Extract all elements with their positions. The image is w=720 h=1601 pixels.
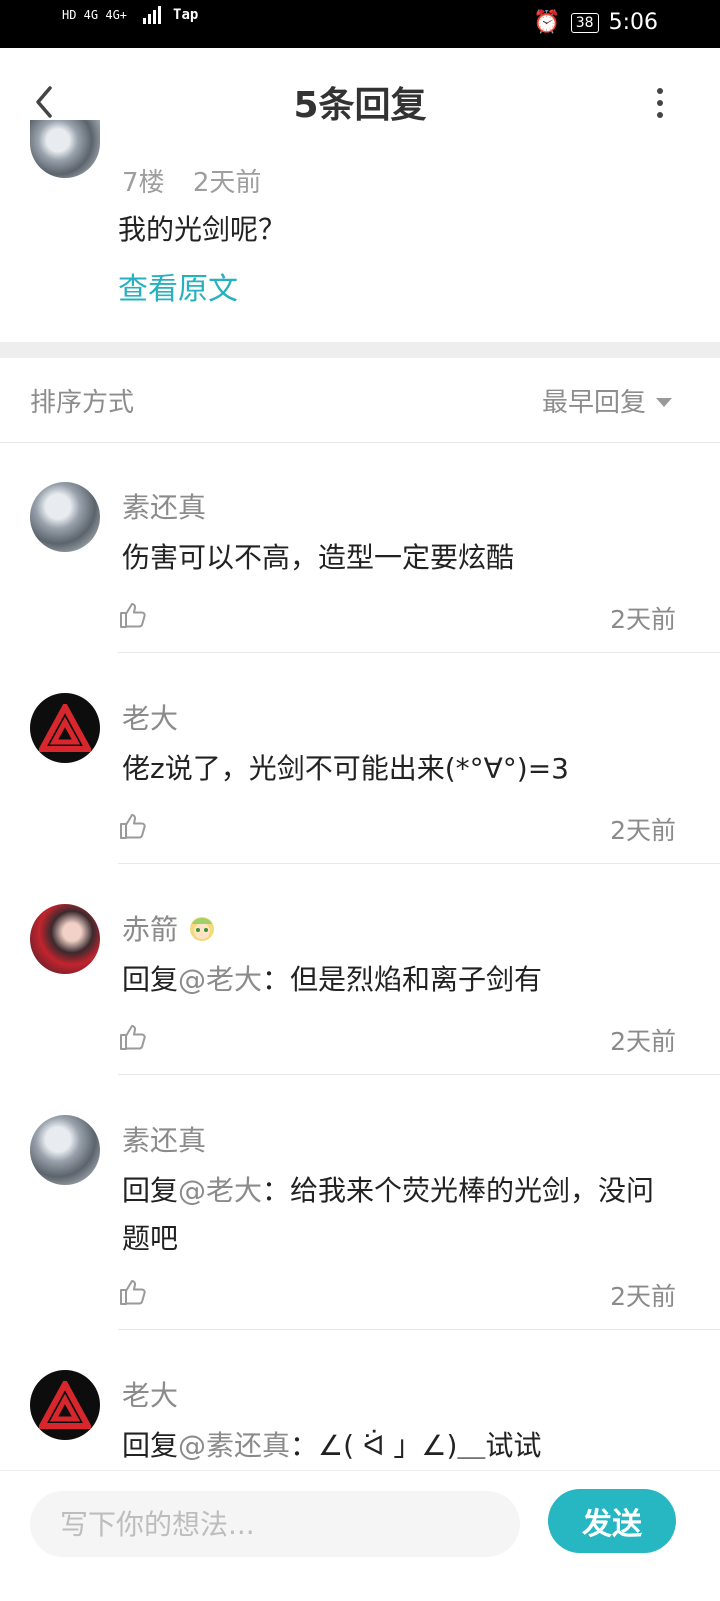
reply-item: 素还真 伤害可以不高，造型一定要炫酷 2天前 — [0, 442, 720, 654]
author-name: 老大 — [122, 702, 179, 735]
reply-author[interactable]: 赤箭 — [122, 908, 218, 948]
sort-dropdown[interactable]: 最早回复 — [542, 382, 672, 419]
mention-link[interactable]: @老大 — [178, 1174, 262, 1207]
reply-time: 2天前 — [610, 1027, 676, 1056]
comment-composer: 发送 — [0, 1470, 720, 1601]
reply-content: ：但是烈焰和离子剑有 — [262, 963, 543, 996]
more-options-button[interactable] — [656, 88, 664, 118]
reply-item: 素还真 回复@老大：给我来个荧光棒的光剑，没问题吧 2天前 — [0, 1075, 720, 1331]
avatar[interactable] — [30, 120, 100, 178]
sort-value: 最早回复 — [541, 388, 646, 418]
reply-prefix: 回复 — [122, 963, 179, 996]
sort-bar: 排序方式 最早回复 — [0, 358, 720, 443]
reply-content: 伤害可以不高，造型一定要炫酷 — [122, 541, 515, 574]
author-name: 素还真 — [122, 491, 207, 524]
page-title: 5条回复 — [293, 85, 427, 126]
thumbs-up-icon — [120, 603, 146, 628]
network-text: HD 4G 4G+ — [62, 8, 128, 22]
floor-number: 7楼 — [122, 168, 165, 198]
alarm-icon: ⏰ — [533, 10, 561, 35]
reply-author[interactable]: 素还真 — [122, 486, 206, 526]
thumbs-up-icon — [120, 1280, 146, 1305]
signal-icon — [143, 6, 162, 24]
more-dot-icon — [657, 88, 663, 94]
send-button[interactable]: 发送 — [548, 1489, 676, 1553]
user-badge-icon — [186, 912, 218, 944]
reply-author[interactable]: 老大 — [122, 1374, 178, 1414]
reply-text: 佬z说了，光剑不可能出来(*°∀°)=3 — [122, 745, 662, 793]
thumbs-up-icon — [120, 1025, 146, 1050]
mention-link[interactable]: @老大 — [178, 963, 262, 996]
reply-text: 回复@老大：但是烈焰和离子剑有 — [122, 956, 662, 1004]
like-button[interactable] — [118, 811, 148, 841]
more-dot-icon — [657, 112, 663, 118]
mention-link[interactable]: @素还真 — [178, 1429, 290, 1462]
avatar[interactable] — [30, 1115, 100, 1185]
like-button[interactable] — [118, 1022, 148, 1052]
network-indicators: HD 4G 4G+ Tap — [62, 6, 198, 24]
reply-author[interactable]: 老大 — [122, 697, 178, 737]
avatar[interactable] — [30, 482, 100, 552]
caret-down-icon — [656, 398, 672, 407]
reply-time: 2天前 — [610, 1282, 676, 1311]
reply-author[interactable]: 素还真 — [122, 1119, 206, 1159]
comment-input[interactable] — [30, 1491, 520, 1557]
like-button[interactable] — [118, 600, 148, 630]
reply-text: 伤害可以不高，造型一定要炫酷 — [122, 534, 662, 582]
avatar[interactable] — [30, 693, 100, 763]
tap-label: Tap — [173, 7, 199, 23]
reply-text: 回复@老大：给我来个荧光棒的光剑，没问题吧 — [122, 1167, 662, 1263]
reply-text: 回复@素还真：∠( ᐛ 」∠)＿试试 — [122, 1422, 662, 1470]
post-meta: 7楼 2天前 — [122, 162, 281, 199]
original-post: 7楼 2天前 我的光剑呢？ 查看原文 — [0, 120, 720, 346]
avatar[interactable] — [30, 904, 100, 974]
post-text: 我的光剑呢？ — [118, 213, 287, 246]
view-original-link[interactable]: 查看原文 — [118, 264, 238, 308]
title-bar: 5条回复 — [0, 48, 720, 157]
author-name: 老大 — [122, 1379, 179, 1412]
author-name: 赤箭 — [122, 913, 179, 946]
author-name: 素还真 — [122, 1124, 207, 1157]
thumbs-up-icon — [120, 814, 146, 839]
reply-prefix: 回复 — [122, 1174, 179, 1207]
status-right: ⏰ 38 5:06 — [533, 10, 658, 35]
post-time: 2天前 — [192, 168, 262, 198]
reply-time: 2天前 — [610, 605, 676, 634]
like-button[interactable] — [118, 1277, 148, 1307]
reply-content: ：∠( ᐛ 」∠)＿试试 — [290, 1429, 542, 1462]
reply-content: 佬z说了，光剑不可能出来(*°∀°)=3 — [122, 752, 569, 785]
reply-time: 2天前 — [610, 816, 676, 845]
status-bar: HD 4G 4G+ Tap ⏰ 38 5:06 — [0, 0, 720, 48]
reply-item: 老大 佬z说了，光剑不可能出来(*°∀°)=3 2天前 — [0, 653, 720, 865]
reply-prefix: 回复 — [122, 1429, 179, 1462]
battery-indicator: 38 — [570, 12, 599, 33]
reply-item: 老大 回复@素还真：∠( ᐛ 」∠)＿试试 — [0, 1330, 720, 1470]
section-divider — [0, 342, 720, 358]
triangle-logo-icon — [39, 704, 91, 752]
more-dot-icon — [657, 100, 663, 106]
sort-label: 排序方式 — [30, 388, 135, 418]
avatar[interactable] — [30, 1370, 100, 1440]
clock: 5:06 — [608, 10, 658, 35]
reply-item: 赤箭 回复@老大：但是烈焰和离子剑有 2天前 — [0, 864, 720, 1076]
triangle-logo-icon — [39, 1381, 91, 1429]
